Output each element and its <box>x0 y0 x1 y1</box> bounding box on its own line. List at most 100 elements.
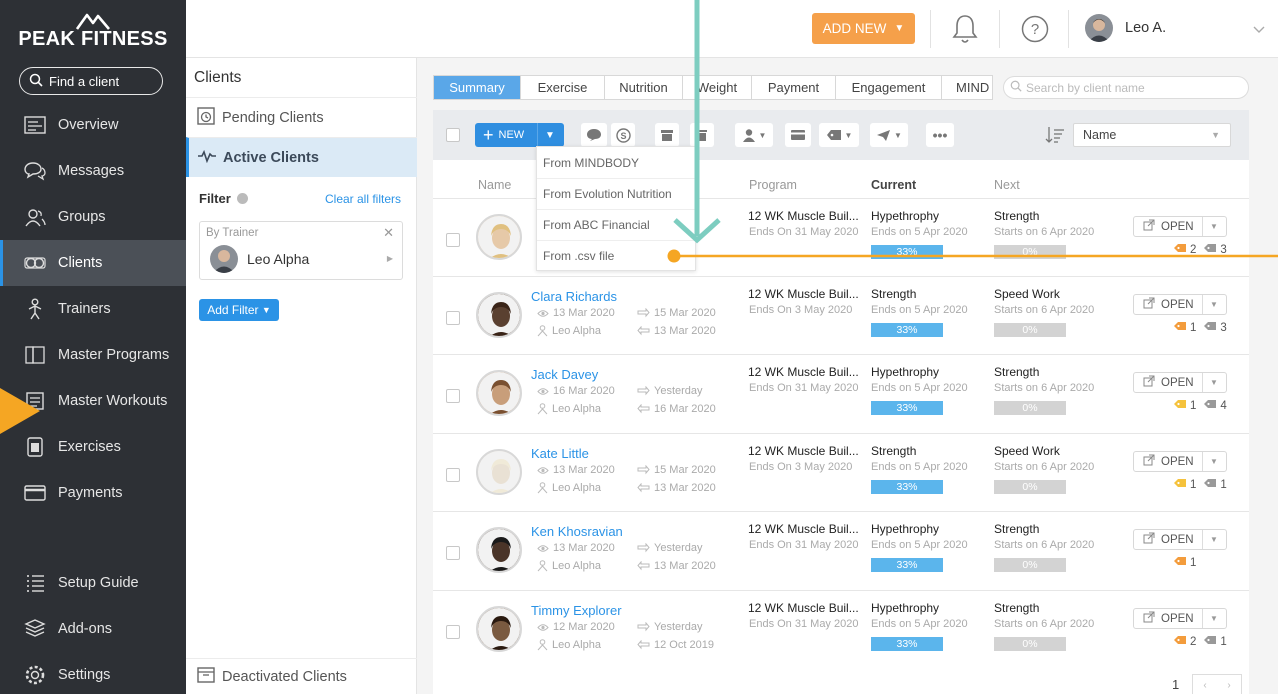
caret-down-icon[interactable]: ▼ <box>1210 614 1218 623</box>
tab-exercise[interactable]: Exercise <box>521 76 605 99</box>
col-name[interactable]: Name <box>478 178 511 192</box>
add-filter-button[interactable]: Add Filter ▼ <box>199 299 279 321</box>
dropdown-item-from-mindbody[interactable]: From MINDBODY <box>537 147 695 178</box>
sidebar-item-groups[interactable]: Groups <box>0 194 186 240</box>
client-tags[interactable]: 1 <box>1173 556 1196 569</box>
user-name[interactable]: Leo A. <box>1125 20 1166 36</box>
row-checkbox[interactable] <box>446 546 460 560</box>
client-name-link[interactable]: Kate Little <box>531 446 589 461</box>
client-tags[interactable]: 14 <box>1173 399 1227 412</box>
card-icon[interactable] <box>785 123 811 147</box>
tab-mind[interactable]: MIND <box>942 76 992 99</box>
trash-icon[interactable] <box>690 123 714 147</box>
col-next[interactable]: Next <box>994 178 1020 192</box>
sidebar-item-clients[interactable]: Clients <box>0 240 186 286</box>
deactivated-clients-item[interactable]: Deactivated Clients <box>186 658 417 694</box>
open-client-button[interactable]: OPEN ▼ <box>1133 216 1227 237</box>
row-checkbox[interactable] <box>446 468 460 482</box>
row-checkbox[interactable] <box>446 625 460 639</box>
client-avatar[interactable] <box>476 214 522 260</box>
sidebar-item-add-ons[interactable]: Add-ons <box>0 606 186 652</box>
more-icon[interactable]: ••• <box>926 123 954 147</box>
caret-down-icon[interactable]: ▼ <box>1210 300 1218 309</box>
find-client-search[interactable]: Find a client <box>19 67 163 95</box>
sidebar-item-overview[interactable]: Overview <box>0 102 186 148</box>
select-all-checkbox[interactable] <box>446 128 460 142</box>
client-name-link[interactable]: Ken Khosravian <box>531 524 623 539</box>
tab-payment[interactable]: Payment <box>752 76 836 99</box>
sidebar-item-setup-guide[interactable]: Setup Guide <box>0 560 186 606</box>
help-icon[interactable]: ? <box>1021 15 1049 46</box>
brand-logo[interactable]: PEAK FITNESS <box>18 12 168 52</box>
dropdown-item-from-abc-financial[interactable]: From ABC Financial <box>537 209 695 240</box>
tab-nutrition[interactable]: Nutrition <box>605 76 683 99</box>
caret-down-icon[interactable]: ▼ <box>545 130 555 141</box>
trainer-filter-chip[interactable]: By Trainer ✕ Leo Alpha ▶ <box>199 221 403 280</box>
program-name[interactable]: 12 WK Muscle Buil... <box>748 287 859 301</box>
client-avatar[interactable] <box>476 292 522 338</box>
client-row[interactable]: Kate Little 13 Mar 2020 Leo Alpha 15 Mar 20… <box>433 433 1249 511</box>
open-client-button[interactable]: OPEN ▼ <box>1133 529 1227 550</box>
chevron-down-icon[interactable] <box>1252 22 1266 37</box>
pending-clients-item[interactable]: Pending Clients <box>186 97 417 137</box>
tag-icon[interactable]: ▼ <box>819 123 859 147</box>
sidebar-item-messages[interactable]: Messages <box>0 148 186 194</box>
clear-all-filters-link[interactable]: Clear all filters <box>325 192 401 206</box>
client-tags[interactable]: 13 <box>1173 321 1227 334</box>
client-avatar[interactable] <box>476 449 522 495</box>
pagination-arrows[interactable]: ‹ › <box>1192 674 1242 694</box>
bell-icon[interactable] <box>950 13 980 48</box>
page-number[interactable]: 1 <box>1172 677 1179 692</box>
add-new-button[interactable]: ADD NEW ▼ <box>812 13 915 44</box>
tab-weight[interactable]: Weight <box>683 76 752 99</box>
send-icon[interactable]: ▼ <box>870 123 908 147</box>
tab-engagement[interactable]: Engagement <box>836 76 942 99</box>
client-row[interactable]: Ken Khosravian 13 Mar 2020 Leo Alpha Yester… <box>433 511 1249 589</box>
client-avatar[interactable] <box>476 606 522 652</box>
tab-summary[interactable]: Summary <box>434 76 521 99</box>
client-tags[interactable]: 11 <box>1173 478 1227 491</box>
client-search-input[interactable]: Search by client name <box>1003 76 1249 99</box>
client-name-link[interactable]: Jack Davey <box>531 367 598 382</box>
dropdown-item-from-csv-file[interactable]: From .csv file <box>537 240 695 271</box>
client-avatar[interactable] <box>476 370 522 416</box>
caret-down-icon[interactable]: ▼ <box>1210 378 1218 387</box>
sort-icon[interactable] <box>1045 126 1065 147</box>
dropdown-item-from-evolution-nutrition[interactable]: From Evolution Nutrition <box>537 178 695 209</box>
program-name[interactable]: 12 WK Muscle Buil... <box>748 209 859 223</box>
client-row[interactable]: Timmy Explorer 12 Mar 2020 Leo Alpha Yester… <box>433 590 1249 668</box>
sidebar-item-settings[interactable]: Settings <box>0 652 186 694</box>
assign-trainer-icon[interactable]: ▼ <box>735 123 773 147</box>
program-name[interactable]: 12 WK Muscle Buil... <box>748 601 859 615</box>
open-client-button[interactable]: OPEN ▼ <box>1133 294 1227 315</box>
client-avatar[interactable] <box>476 527 522 573</box>
row-checkbox[interactable] <box>446 389 460 403</box>
new-client-button[interactable]: + NEW ▼ <box>475 123 564 147</box>
client-row[interactable]: Jack Davey 16 Mar 2020 Leo Alpha Yesterday 1… <box>433 354 1249 432</box>
chevron-left-icon[interactable]: ‹ <box>1203 680 1206 691</box>
program-name[interactable]: 12 WK Muscle Buil... <box>748 522 859 536</box>
open-client-button[interactable]: OPEN ▼ <box>1133 451 1227 472</box>
client-name-link[interactable]: Clara Richards <box>531 289 617 304</box>
caret-down-icon[interactable]: ▼ <box>1210 535 1218 544</box>
caret-down-icon[interactable]: ▼ <box>1210 222 1218 231</box>
active-clients-item[interactable]: Active Clients <box>186 137 417 177</box>
sort-select[interactable]: Name ▼ <box>1073 123 1231 147</box>
sidebar-item-payments[interactable]: Payments <box>0 470 186 516</box>
sidebar-item-trainers[interactable]: Trainers <box>0 286 186 332</box>
chevron-right-icon[interactable]: › <box>1227 680 1230 691</box>
client-row[interactable]: Clara Richards 13 Mar 2020 Leo Alpha 15 Mar… <box>433 276 1249 354</box>
program-name[interactable]: 12 WK Muscle Buil... <box>748 444 859 458</box>
close-icon[interactable]: ✕ <box>383 225 394 241</box>
skype-icon[interactable]: S <box>611 123 635 147</box>
archive-icon[interactable] <box>655 123 679 147</box>
caret-down-icon[interactable]: ▼ <box>1210 457 1218 466</box>
row-checkbox[interactable] <box>446 233 460 247</box>
client-tags[interactable]: 21 <box>1173 635 1227 648</box>
col-program[interactable]: Program <box>749 178 797 192</box>
user-avatar[interactable] <box>1085 14 1113 42</box>
client-tags[interactable]: 23 <box>1173 243 1227 256</box>
col-current[interactable]: Current <box>871 178 916 192</box>
open-client-button[interactable]: OPEN ▼ <box>1133 608 1227 629</box>
client-name-link[interactable]: Timmy Explorer <box>531 603 622 618</box>
